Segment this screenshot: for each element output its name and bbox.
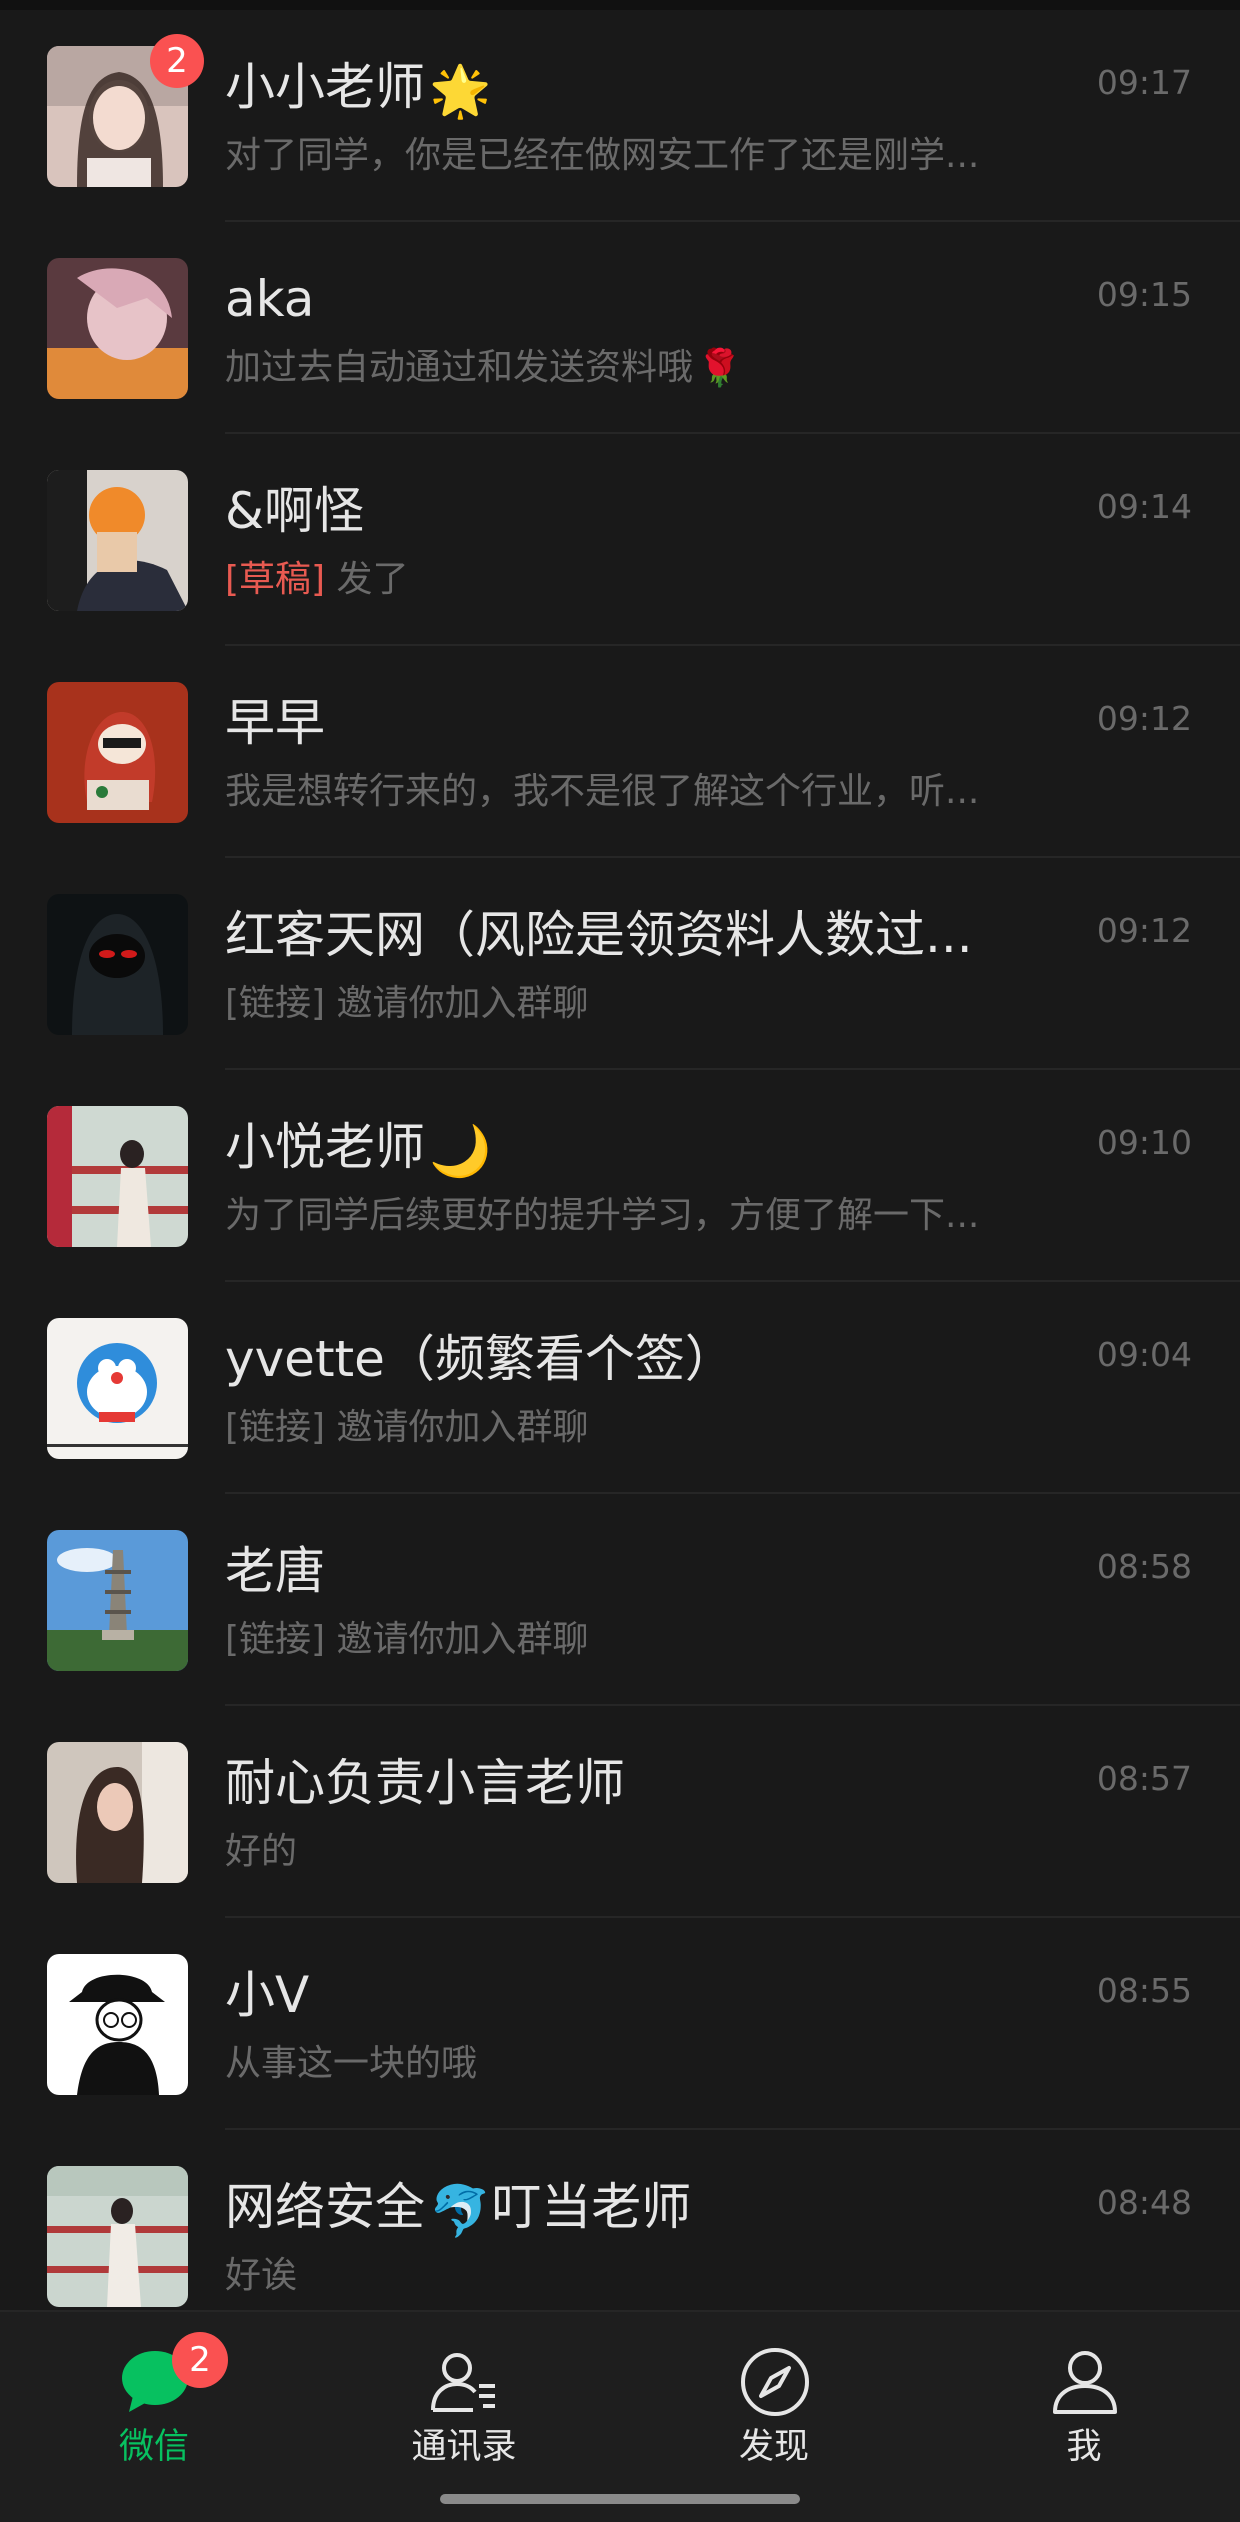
chat-name: 耐心负责小言老师 [225, 1754, 625, 1812]
last-message-preview: 好的 [225, 1831, 298, 1872]
contacts-icon [429, 2346, 501, 2418]
last-message-preview: [链接] 邀请你加入群聊 [225, 983, 589, 1024]
tab-label: 发现 [738, 2427, 809, 2467]
chat-row-laotang[interactable]: 老唐 [链接] 邀请你加入群聊 08:58 [0, 1494, 1240, 1706]
unread-badge: 2 [150, 34, 204, 88]
chat-name: aka [225, 270, 315, 328]
chat-row-hongke-tianwang[interactable]: 红客天网（风险是领资料人数过... [链接] 邀请你加入群聊 09:12 [0, 858, 1240, 1070]
message-time: 09:17 [1096, 63, 1192, 102]
message-time: 08:57 [1096, 1759, 1192, 1798]
chat-name: 早早 [225, 694, 325, 752]
chat-row-yvette[interactable]: yvette（频繁看个签） [链接] 邀请你加入群聊 09:04 [0, 1282, 1240, 1494]
chat-row-xiaoyue-laoshi[interactable]: 小悦老师🌙 为了同学后续更好的提升学习，方便了解一下... 09:10 [0, 1070, 1240, 1282]
avatar [47, 1742, 188, 1883]
rose-emoji: 🌹 [697, 348, 742, 389]
message-time: 09:12 [1096, 699, 1192, 738]
avatar [47, 1318, 188, 1459]
chat-name: 小小老师🌟 [225, 52, 1025, 122]
message-time: 09:10 [1096, 1123, 1192, 1162]
message-time: 09:14 [1096, 487, 1192, 526]
last-message-preview: 好诶 [225, 2255, 298, 2296]
avatar [47, 1530, 188, 1671]
unread-badge: 2 [172, 2332, 228, 2388]
star-emoji: 🌟 [429, 61, 492, 120]
avatar [47, 2166, 188, 2307]
tab-chats[interactable]: 2 微信 [34, 2332, 274, 2482]
chat-row-zaozao[interactable]: 早早 我是想转行来的，我不是很了解这个行业，听... 09:12 [0, 646, 1240, 858]
message-time: 08:48 [1096, 2183, 1192, 2222]
last-message-preview: [链接] 邀请你加入群聊 [225, 1619, 589, 1660]
compass-icon [739, 2346, 811, 2418]
last-message-preview: [链接] 邀请你加入群聊 [225, 1407, 589, 1448]
tab-label: 微信 [118, 2427, 189, 2467]
chat-name: 红客天网（风险是领资料人数过... [225, 906, 973, 964]
message-time: 09:15 [1096, 275, 1192, 314]
chat-list: 2 小小老师🌟 对了同学，你是已经在做网安工作了还是刚学... 09:17 ak… [0, 10, 1240, 2310]
avatar [47, 1954, 188, 2095]
home-indicator[interactable] [440, 2494, 800, 2504]
avatar [47, 470, 188, 611]
chat-row-xiaoxiao-laoshi[interactable]: 2 小小老师🌟 对了同学，你是已经在做网安工作了还是刚学... 09:17 [0, 10, 1240, 222]
chat-row-xiaoyan-laoshi[interactable]: 耐心负责小言老师 好的 08:57 [0, 1706, 1240, 1918]
tab-me[interactable]: 我 [964, 2332, 1204, 2482]
last-message-preview: 我是想转行来的，我不是很了解这个行业，听... [225, 771, 980, 812]
status-bar-strip [0, 0, 1240, 10]
avatar [47, 894, 188, 1035]
chat-name: &啊怪 [225, 482, 364, 540]
last-message-preview: [草稿] 发了 [225, 559, 409, 600]
last-message-preview: 为了同学后续更好的提升学习，方便了解一下... [225, 1195, 980, 1236]
dolphin-emoji: 🐬 [429, 2181, 492, 2240]
chat-name: yvette（频繁看个签） [225, 1330, 735, 1388]
chat-row-a-guai[interactable]: &啊怪 [草稿] 发了 09:14 [0, 434, 1240, 646]
tab-contacts[interactable]: 通讯录 [344, 2332, 584, 2482]
last-message-preview: 从事这一块的哦 [225, 2043, 478, 2084]
tab-label: 通讯录 [411, 2427, 517, 2467]
moon-emoji: 🌙 [429, 1121, 492, 1180]
message-time: 09:04 [1096, 1335, 1192, 1374]
avatar [47, 1106, 188, 1247]
last-message-preview: 加过去自动通过和发送资料哦 🌹 [225, 340, 1025, 396]
avatar [47, 258, 188, 399]
message-time: 08:55 [1096, 1971, 1192, 2010]
draft-tag: [草稿] [225, 559, 326, 600]
chat-row-aka[interactable]: aka 加过去自动通过和发送资料哦 🌹 09:15 [0, 222, 1240, 434]
last-message-preview: 对了同学，你是已经在做网安工作了还是刚学... [225, 135, 980, 176]
chat-row-xiao-v[interactable]: 小V 从事这一块的哦 08:55 [0, 1918, 1240, 2130]
chat-name: 小V [225, 1966, 310, 2024]
tab-label: 我 [1066, 2427, 1102, 2467]
tab-discover[interactable]: 发现 [654, 2332, 894, 2482]
chat-row-dingdang-laoshi[interactable]: 网络安全🐬叮当老师 好诶 08:48 [0, 2130, 1240, 2310]
chat-name: 网络安全🐬叮当老师 [225, 2172, 1025, 2242]
message-time: 08:58 [1096, 1547, 1192, 1586]
message-time: 09:12 [1096, 911, 1192, 950]
chat-name: 老唐 [225, 1542, 325, 1600]
chat-name: 小悦老师🌙 [225, 1112, 1025, 1182]
bottom-tab-bar: 2 微信 通讯录 发现 我 [0, 2310, 1240, 2522]
person-icon [1049, 2346, 1121, 2418]
avatar [47, 682, 188, 823]
